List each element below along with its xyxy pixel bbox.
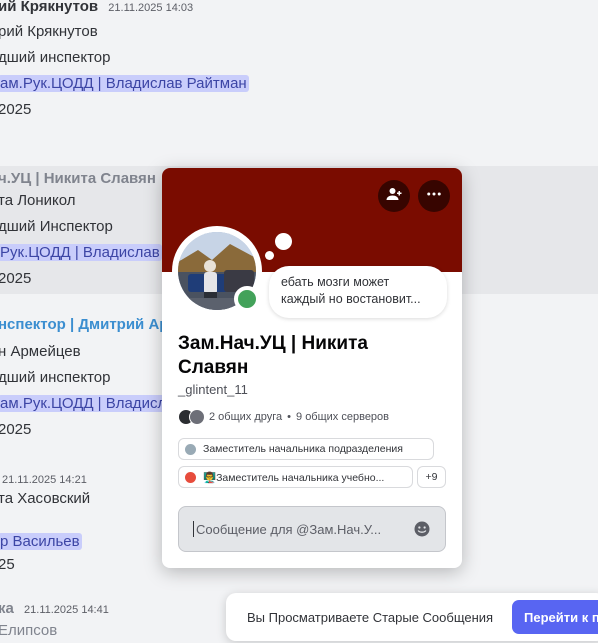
message-line: дший Инспектор	[0, 218, 113, 235]
profile-display-name: Зам.Нач.УЦ | Никита Славян	[178, 333, 368, 378]
user-mention[interactable]: р Васильев	[0, 533, 82, 550]
bubble-tail-large	[275, 233, 292, 250]
message-timestamp: 21.11.2025 14:21	[2, 474, 87, 486]
more-icon	[425, 185, 443, 208]
role-color-dot	[185, 443, 196, 455]
role-color-dot	[185, 471, 196, 483]
message-line: дший инспектор	[0, 369, 111, 386]
more-options-button[interactable]	[418, 180, 450, 212]
message-input-placeholder: Сообщение для @Зам.Нач.У...	[196, 521, 382, 537]
direct-message-input[interactable]: Сообщение для @Зам.Нач.У...	[178, 506, 446, 552]
jump-to-present-button[interactable]: Перейти к п	[512, 600, 598, 634]
online-status-indicator	[234, 286, 260, 312]
message-line: 2025	[0, 270, 32, 287]
message-timestamp: 21.11.2025 14:41	[24, 604, 109, 616]
message-line: та Лоникол	[0, 192, 76, 209]
mutual-servers-count[interactable]: 9 общих серверов	[296, 411, 389, 423]
more-roles-count: +9	[425, 471, 438, 483]
role-pill[interactable]: Заместитель начальника подразделения	[178, 438, 434, 460]
message-author[interactable]: ч.УЦ | Никита Славян	[0, 170, 156, 187]
role-name: Заместитель начальника подразделения	[203, 443, 403, 455]
message-line: та Хасовский	[0, 490, 91, 507]
message: ий Крякнутов 21.11.2025 14:03 рий Крякну…	[0, 0, 598, 130]
role-mention[interactable]: ам.Рук.ЦОДД | Владислав Райтман	[0, 75, 249, 92]
mutuals-row[interactable]: 2 общих друга • 9 общих серверов	[178, 409, 389, 425]
message-author[interactable]: ий Крякнутов	[0, 0, 98, 15]
old-messages-bar: Вы Просматриваете Старые Сообщения Перей…	[226, 593, 598, 641]
profile-username: _glintent_11	[178, 382, 248, 397]
message-line: дший инспектор	[0, 49, 111, 66]
role-mention[interactable]: Рук.ЦОДД | Владислав	[0, 244, 162, 261]
user-profile-popout: ебать мозги может каждый но востановит..…	[162, 168, 462, 568]
custom-status-bubble[interactable]: ебать мозги может каждый но востановит..…	[269, 266, 447, 318]
role-pill[interactable]: 👨‍🏫Заместитель начальника учебно...	[178, 466, 413, 488]
emoji-icon[interactable]	[413, 520, 431, 538]
role-mention[interactable]: ам.Рук.ЦОДД | Владисл	[0, 395, 169, 412]
custom-status-text: ебать мозги может каждый но востановит..…	[281, 275, 421, 306]
role-name: 👨‍🏫Заместитель начальника учебно...	[203, 471, 385, 484]
add-friend-button[interactable]	[378, 180, 410, 212]
text-caret	[193, 521, 194, 537]
message-line: Елипсов	[0, 622, 58, 639]
message-timestamp: 21.11.2025 14:03	[108, 2, 194, 14]
message-author[interactable]: нспектор | Дмитрий Арм	[0, 316, 179, 333]
message-author[interactable]: ка	[0, 600, 14, 617]
message-line: 25	[0, 556, 15, 573]
message-line: 2025	[0, 101, 32, 118]
mutual-friend-avatar	[189, 409, 205, 425]
add-friend-icon	[385, 185, 403, 208]
bubble-tail-small	[265, 251, 274, 260]
message-line: 2025	[0, 421, 32, 438]
separator-dot: •	[287, 411, 292, 423]
message-line: н Армейцев	[0, 343, 81, 360]
more-roles-button[interactable]: +9	[417, 466, 446, 488]
mutual-friends-count[interactable]: 2 общих друга	[209, 411, 282, 423]
old-messages-text: Вы Просматриваете Старые Сообщения	[247, 609, 494, 625]
message-line: рий Крякнутов	[0, 23, 98, 40]
